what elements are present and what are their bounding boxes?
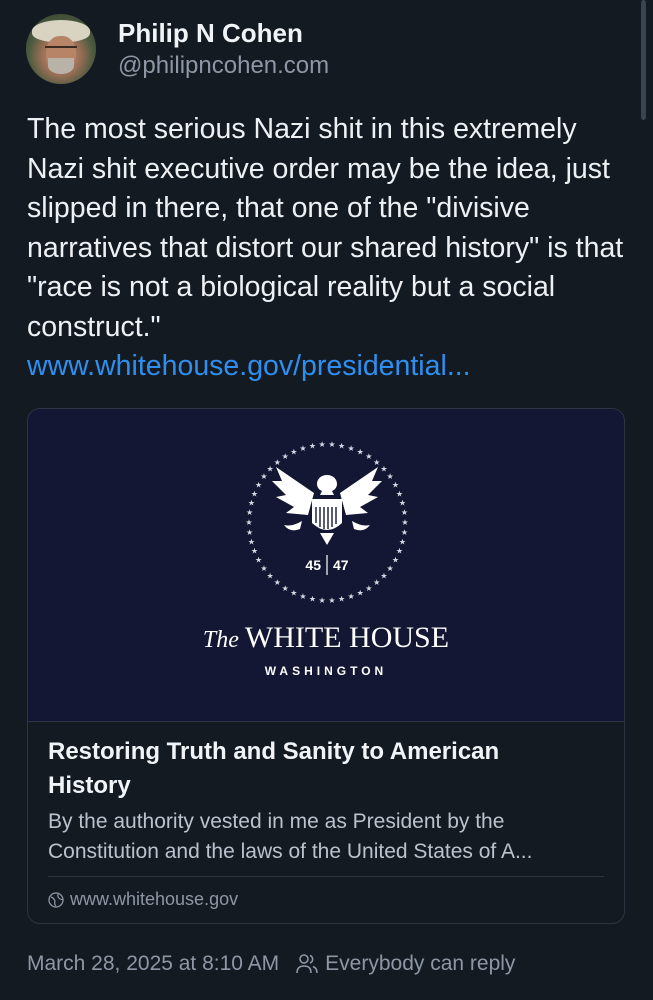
svg-text:★: ★ — [328, 440, 335, 449]
svg-text:★: ★ — [392, 480, 399, 489]
svg-text:★: ★ — [319, 440, 326, 449]
svg-text:★: ★ — [373, 458, 380, 467]
svg-text:★: ★ — [246, 508, 253, 517]
wordmark-main: WHITE HOUSE — [244, 621, 450, 654]
svg-text:★: ★ — [357, 589, 364, 598]
post: Philip N Cohen @philipncohen.com The mos… — [0, 0, 653, 1000]
wordmark-the: The — [202, 627, 239, 653]
card-image: ★ ★ ★ ★ ★ ★ ★ ★ ★ ★ ★ ★ ★ ★ ★ ★ ★ ★ ★ ★ ★ ★ ★ ★ ★ ★ ★ ★ ★ ★ ★ ★ ★ ★ ★ ★ ★ ★ ★ ★… — [28, 409, 624, 721]
post-text: The most serious Nazi shit in this extre… — [27, 113, 624, 343]
presidential-seal-icon: ★★★★★★★★★★★★★★★★★★★★★★★★★★★★★★★★★★★ ★ ★ ★ ★ ★… — [245, 440, 408, 605]
svg-text:★: ★ — [251, 547, 258, 556]
card-title[interactable]: Restoring Truth and Sanity to American H… — [48, 735, 588, 803]
svg-text:★: ★ — [248, 537, 255, 546]
svg-text:★: ★ — [309, 595, 316, 604]
svg-text:★: ★ — [401, 528, 408, 537]
svg-text:★: ★ — [290, 447, 297, 456]
wordmark-subtitle: WASHINGTON — [264, 664, 388, 678]
card-description: By the authority vested in me as Preside… — [48, 810, 533, 863]
svg-text:★: ★ — [396, 547, 403, 556]
card-footer-divider — [48, 876, 604, 877]
svg-text:★: ★ — [274, 458, 281, 467]
svg-text:★: ★ — [274, 578, 281, 587]
reply-setting: Everybody can reply — [325, 952, 516, 975]
svg-text:★: ★ — [365, 452, 372, 461]
svg-text:★: ★ — [338, 441, 345, 450]
svg-text:★: ★ — [387, 564, 394, 573]
people-icon — [296, 954, 318, 974]
svg-text:★: ★ — [348, 444, 355, 453]
svg-text:★: ★ — [380, 571, 387, 580]
card-divider — [28, 721, 624, 722]
svg-text:★: ★ — [251, 489, 258, 498]
svg-text:★: ★ — [328, 596, 335, 605]
post-meta: March 28, 2025 at 8:10 AM Everybody can … — [27, 952, 515, 976]
author-handle[interactable]: @philipncohen.com — [118, 51, 329, 81]
seal-number-right: 47 — [333, 557, 349, 573]
svg-text:★: ★ — [246, 528, 253, 537]
svg-text:★: ★ — [245, 518, 252, 527]
post-timestamp[interactable]: March 28, 2025 at 8:10 AM — [27, 952, 279, 976]
svg-text:★: ★ — [267, 465, 274, 474]
svg-text:★: ★ — [396, 489, 403, 498]
svg-text:★: ★ — [319, 596, 326, 605]
svg-text:★: ★ — [299, 592, 306, 601]
svg-text:★: ★ — [401, 508, 408, 517]
svg-text:★: ★ — [248, 499, 255, 508]
card-domain-text: www.whitehouse.gov — [70, 889, 239, 909]
svg-text:★: ★ — [282, 584, 289, 593]
svg-text:★: ★ — [357, 447, 364, 456]
svg-text:★: ★ — [399, 537, 406, 546]
author-display-name[interactable]: Philip N Cohen — [118, 17, 329, 49]
svg-text:★: ★ — [255, 480, 262, 489]
post-body: The most serious Nazi shit in this extre… — [27, 110, 627, 387]
svg-text:★: ★ — [290, 589, 297, 598]
svg-text:★: ★ — [309, 441, 316, 450]
avatar[interactable] — [26, 14, 96, 84]
globe-icon — [48, 891, 64, 908]
svg-text:★: ★ — [348, 592, 355, 601]
author-names: Philip N Cohen @philipncohen.com — [118, 17, 329, 81]
post-header: Philip N Cohen @philipncohen.com — [26, 14, 329, 84]
white-house-wordmark: The WHITE HOUSE — [28, 621, 624, 655]
seal-number-left: 45 — [305, 557, 321, 573]
svg-text:★: ★ — [399, 499, 406, 508]
svg-text:★: ★ — [373, 578, 380, 587]
scrollbar[interactable] — [641, 0, 646, 120]
svg-text:★: ★ — [260, 564, 267, 573]
svg-text:★: ★ — [365, 584, 372, 593]
post-link[interactable]: www.whitehouse.gov/presidential... — [27, 347, 627, 387]
link-preview-card[interactable]: ★ ★ ★ ★ ★ ★ ★ ★ ★ ★ ★ ★ ★ ★ ★ ★ ★ ★ ★ ★ ★ ★ ★ ★ ★ ★ ★ ★ ★ ★ ★ ★ ★ ★ ★ ★ ★ ★ ★ ★… — [27, 408, 625, 924]
svg-text:★: ★ — [299, 444, 306, 453]
svg-text:★: ★ — [255, 556, 262, 565]
svg-text:★: ★ — [282, 452, 289, 461]
card-domain: www.whitehouse.gov — [48, 889, 238, 910]
svg-text:★: ★ — [338, 595, 345, 604]
svg-text:★: ★ — [267, 571, 274, 580]
svg-text:★: ★ — [401, 518, 408, 527]
